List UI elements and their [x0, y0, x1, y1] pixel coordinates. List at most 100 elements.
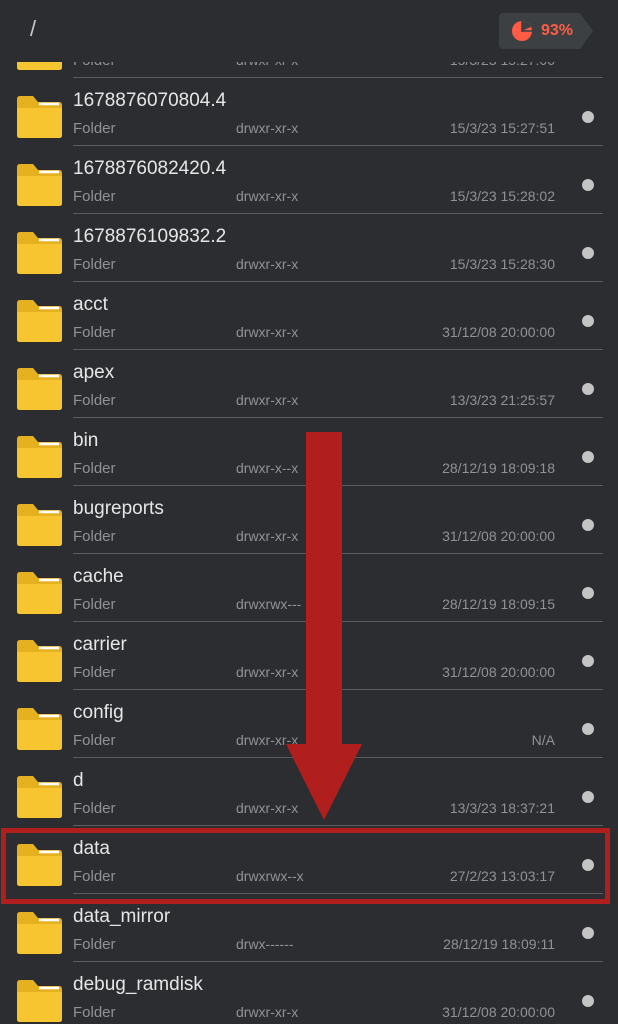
list-item[interactable]: acct Folder drwxr-xr-x 31/12/08 20:00:00 [0, 282, 618, 350]
file-name: 1678876070804.4 [73, 90, 227, 111]
file-type: Folder [73, 256, 116, 273]
folder-icon [17, 96, 62, 138]
more-options-icon[interactable] [582, 315, 594, 327]
file-modified-date: 31/12/08 20:00:00 [442, 1004, 555, 1020]
file-type: Folder [73, 528, 116, 545]
file-name: bin [73, 430, 99, 451]
file-permissions: drwxr-xr-x [236, 1004, 299, 1020]
more-options-icon[interactable] [582, 111, 594, 123]
more-options-icon[interactable] [582, 451, 594, 463]
folder-icon [17, 368, 62, 410]
file-permissions: drwxr-xr-x [236, 664, 299, 680]
file-permissions: drwxr-xr-x [236, 120, 299, 136]
file-type: Folder [73, 800, 116, 817]
top-bar: / 93% [0, 0, 618, 62]
file-modified-date: 15/3/23 15:28:30 [449, 256, 555, 272]
file-type: Folder [73, 324, 116, 341]
file-name: d [73, 770, 84, 791]
list-item[interactable]: 1678876082420.4 Folder drwxr-xr-x 15/3/2… [0, 146, 618, 214]
file-permissions: drwxr-xr-x [236, 528, 299, 544]
file-permissions: drwxr-xr-x [236, 732, 299, 748]
file-name: debug_ramdisk [73, 974, 203, 995]
file-name: bugreports [73, 498, 164, 519]
file-modified-date: 28/12/19 18:09:11 [443, 936, 555, 952]
file-type: Folder [73, 596, 116, 613]
storage-usage-badge[interactable]: 93% [499, 13, 593, 49]
more-options-icon[interactable] [582, 791, 594, 803]
file-type: Folder [73, 1004, 116, 1021]
file-name: 1678876082420.4 [73, 158, 227, 179]
file-name: config [73, 702, 124, 723]
more-options-icon[interactable] [582, 927, 594, 939]
file-modified-date: 15/3/23 15:27:51 [449, 120, 555, 136]
file-permissions: drwxr-xr-x [236, 256, 299, 272]
file-list[interactable]: Folder drwxr-xr-x 15/3/23 15:27:00 16788… [0, 10, 618, 1024]
more-options-icon[interactable] [582, 247, 594, 259]
folder-icon [17, 436, 62, 478]
list-item[interactable]: debug_ramdisk Folder drwxr-xr-x 31/12/08… [0, 962, 618, 1024]
file-type: Folder [73, 936, 116, 953]
folder-icon [17, 912, 62, 954]
file-name: cache [73, 566, 124, 587]
file-modified-date: 27/2/23 13:03:17 [449, 868, 555, 884]
file-modified-date: 28/12/19 18:09:18 [442, 460, 555, 476]
list-item[interactable]: carrier Folder drwxr-xr-x 31/12/08 20:00… [0, 622, 618, 690]
more-options-icon[interactable] [582, 859, 594, 871]
file-permissions: drwxr-xr-x [236, 324, 299, 340]
file-permissions: drwx------ [236, 936, 294, 952]
file-type: Folder [73, 392, 116, 409]
more-options-icon[interactable] [582, 519, 594, 531]
file-name: apex [73, 362, 115, 383]
list-item[interactable]: bin Folder drwxr-x--x 28/12/19 18:09:18 [0, 418, 618, 486]
folder-icon [17, 776, 62, 818]
current-path[interactable]: / [30, 16, 36, 42]
file-modified-date: 28/12/19 18:09:15 [442, 596, 555, 612]
more-options-icon[interactable] [582, 587, 594, 599]
file-permissions: drwxrwx--x [236, 868, 304, 884]
file-type: Folder [73, 120, 116, 137]
more-options-icon[interactable] [582, 383, 594, 395]
file-modified-date: 13/3/23 21:25:57 [449, 392, 555, 408]
file-modified-date: N/A [531, 732, 555, 748]
file-type: Folder [73, 188, 116, 205]
file-name: carrier [73, 634, 127, 655]
file-modified-date: 13/3/23 18:37:21 [449, 800, 555, 816]
file-modified-date: 31/12/08 20:00:00 [442, 528, 555, 544]
file-name: acct [73, 294, 108, 315]
folder-icon [17, 844, 62, 886]
list-item[interactable]: 1678876109832.2 Folder drwxr-xr-x 15/3/2… [0, 214, 618, 282]
list-item[interactable]: d Folder drwxr-xr-x 13/3/23 18:37:21 [0, 758, 618, 826]
file-permissions: drwxrwx--- [236, 596, 302, 612]
storage-percent: 93% [541, 22, 574, 39]
file-manager-screen: Folder drwxr-xr-x 15/3/23 15:27:00 16788… [0, 0, 618, 1024]
file-permissions: drwxr-xr-x [236, 800, 299, 816]
list-item[interactable]: apex Folder drwxr-xr-x 13/3/23 21:25:57 [0, 350, 618, 418]
folder-icon [17, 504, 62, 546]
list-item[interactable]: config Folder drwxr-xr-x N/A [0, 690, 618, 758]
folder-icon [17, 572, 62, 614]
file-name: 1678876109832.2 [73, 226, 227, 247]
file-modified-date: 31/12/08 20:00:00 [442, 324, 555, 340]
file-permissions: drwxr-x--x [236, 460, 299, 476]
file-type: Folder [73, 868, 116, 885]
file-type: Folder [73, 460, 116, 477]
folder-icon [17, 708, 62, 750]
file-modified-date: 15/3/23 15:28:02 [449, 188, 555, 204]
list-item[interactable]: data Folder drwxrwx--x 27/2/23 13:03:17 [0, 826, 618, 904]
file-type: Folder [73, 732, 116, 749]
more-options-icon[interactable] [582, 723, 594, 735]
file-type: Folder [73, 664, 116, 681]
more-options-icon[interactable] [582, 655, 594, 667]
list-item[interactable]: data_mirror Folder drwx------ 28/12/19 1… [0, 894, 618, 962]
more-options-icon[interactable] [582, 995, 594, 1007]
list-item[interactable]: 1678876070804.4 Folder drwxr-xr-x 15/3/2… [0, 78, 618, 146]
pie-chart-icon [512, 21, 532, 41]
file-name: data [73, 838, 110, 859]
folder-icon [17, 980, 62, 1022]
folder-icon [17, 164, 62, 206]
list-item[interactable]: bugreports Folder drwxr-xr-x 31/12/08 20… [0, 486, 618, 554]
list-item[interactable]: cache Folder drwxrwx--- 28/12/19 18:09:1… [0, 554, 618, 622]
file-modified-date: 31/12/08 20:00:00 [442, 664, 555, 680]
folder-icon [17, 300, 62, 342]
more-options-icon[interactable] [582, 179, 594, 191]
